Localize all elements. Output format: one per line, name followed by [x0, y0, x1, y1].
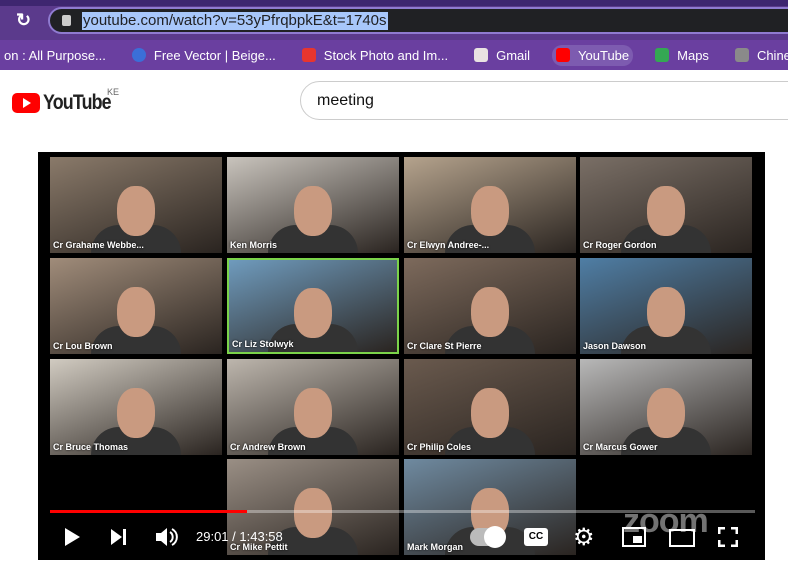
gmail-icon	[474, 48, 489, 62]
browser-toolbar: ↻ youtube.com/watch?v=53yPfrqbpkE&t=1740…	[0, 0, 788, 40]
participant-face	[117, 387, 155, 438]
participant-name: Cr Grahame Webbe...	[53, 240, 144, 250]
participant-face	[471, 286, 509, 337]
reload-icon[interactable]: ↻	[16, 10, 31, 31]
play-icon[interactable]	[64, 528, 80, 546]
participant-face	[117, 185, 155, 236]
time-separator: /	[228, 529, 240, 544]
participant-name: Cr Marcus Gower	[583, 442, 658, 452]
bookmark-label: Chinese Anime - W...	[756, 47, 788, 63]
bookmarks-bar: on : All Purpose... Free Vector | Beige..…	[0, 40, 788, 70]
youtube-play-icon	[12, 93, 40, 113]
participant-face	[294, 387, 332, 438]
url-text[interactable]: youtube.com/watch?v=53yPfrqbpkE&t=1740s	[82, 12, 388, 30]
video-player[interactable]: Cr Grahame Webbe... Ken Morris Cr Elwyn An…	[38, 152, 765, 560]
progress-bar[interactable]	[50, 510, 755, 513]
bookmark-label: Free Vector | Beige...	[153, 47, 276, 63]
maps-icon	[655, 48, 670, 62]
participant-face	[294, 185, 332, 236]
participant-face	[647, 286, 685, 337]
participant-name: Cr Roger Gordon	[583, 240, 657, 250]
participant-face	[294, 287, 332, 338]
bookmark-6[interactable]: Chinese Anime - W...	[731, 45, 788, 66]
time-display: 29:01 / 1:43:58	[196, 529, 283, 544]
bookmark-label: Maps	[677, 47, 709, 63]
participant-tile[interactable]: Cr Grahame Webbe...	[50, 157, 222, 253]
participant-tile[interactable]: Cr Bruce Thomas	[50, 359, 222, 455]
participant-tile[interactable]: Cr Philip Coles	[404, 359, 576, 455]
participant-tile[interactable]: Cr Elwyn Andree-...	[404, 157, 576, 253]
participant-face	[647, 387, 685, 438]
participant-tile[interactable]: Cr Roger Gordon	[580, 157, 752, 253]
participant-name: Cr Lou Brown	[53, 341, 113, 351]
participant-name: Cr Philip Coles	[407, 442, 472, 452]
bookmark-0[interactable]: on : All Purpose...	[0, 45, 110, 66]
participant-name: Cr Clare St Pierre	[407, 341, 482, 351]
current-time: 29:01	[196, 529, 229, 544]
search-input[interactable]: meeting	[300, 81, 788, 120]
participant-tile[interactable]: Cr Liz Stolwyk	[227, 258, 399, 354]
player-controls: 29:01 / 1:43:58 CC ⚙	[38, 520, 765, 556]
youtube-icon	[556, 48, 571, 62]
participant-name: Cr Liz Stolwyk	[232, 339, 294, 349]
participant-tile[interactable]: Cr Lou Brown	[50, 258, 222, 354]
duration: 1:43:58	[239, 529, 283, 544]
shutterstock-icon	[301, 48, 316, 62]
participant-name: Ken Morris	[230, 240, 278, 250]
bookmark-3[interactable]: Gmail	[470, 45, 534, 66]
participant-tile[interactable]: Cr Marcus Gower	[580, 359, 752, 455]
participant-face	[117, 286, 155, 337]
captions-icon[interactable]: CC	[524, 528, 548, 546]
country-code: KE	[107, 87, 120, 97]
participant-tile[interactable]: Jason Dawson	[580, 258, 752, 354]
bookmark-4[interactable]: YouTube	[552, 44, 634, 66]
logo-text: YouTube	[43, 91, 112, 114]
tab-strip	[0, 0, 788, 6]
participant-face	[471, 185, 509, 236]
lock-icon	[62, 15, 71, 26]
bookmark-5[interactable]: Maps	[651, 45, 713, 66]
participant-name: Cr Andrew Brown	[230, 442, 306, 452]
participant-tile[interactable]: Ken Morris	[227, 157, 399, 253]
autoplay-toggle[interactable]	[470, 526, 506, 548]
bookmark-label: on : All Purpose...	[4, 47, 106, 63]
settings-gear-icon[interactable]: ⚙	[573, 523, 595, 552]
fullscreen-icon[interactable]	[718, 527, 738, 547]
anime-icon	[734, 48, 749, 62]
participant-tile[interactable]: Cr Clare St Pierre	[404, 258, 576, 354]
bookmark-label: Stock Photo and Im...	[323, 47, 449, 63]
address-bar[interactable]: youtube.com/watch?v=53yPfrqbpkE&t=1740s	[48, 7, 788, 34]
participant-tile[interactable]: Cr Andrew Brown	[227, 359, 399, 455]
youtube-header: YouTube KE meeting	[0, 70, 788, 130]
theater-mode-icon[interactable]	[669, 529, 695, 547]
volume-icon[interactable]	[156, 527, 178, 547]
globe-icon	[131, 48, 146, 62]
participant-face	[471, 387, 509, 438]
bookmark-2[interactable]: Stock Photo and Im...	[298, 45, 452, 66]
participant-name: Cr Elwyn Andree-...	[407, 240, 490, 250]
bookmark-label: YouTube	[578, 47, 630, 63]
progress-fill	[50, 510, 247, 513]
participant-name: Cr Bruce Thomas	[53, 442, 129, 452]
next-icon[interactable]	[111, 529, 127, 545]
bookmark-1[interactable]: Free Vector | Beige...	[128, 45, 280, 66]
participant-face	[647, 185, 685, 236]
bookmark-label: Gmail	[496, 47, 531, 63]
miniplayer-icon[interactable]	[622, 527, 646, 547]
participant-name: Jason Dawson	[583, 341, 647, 351]
